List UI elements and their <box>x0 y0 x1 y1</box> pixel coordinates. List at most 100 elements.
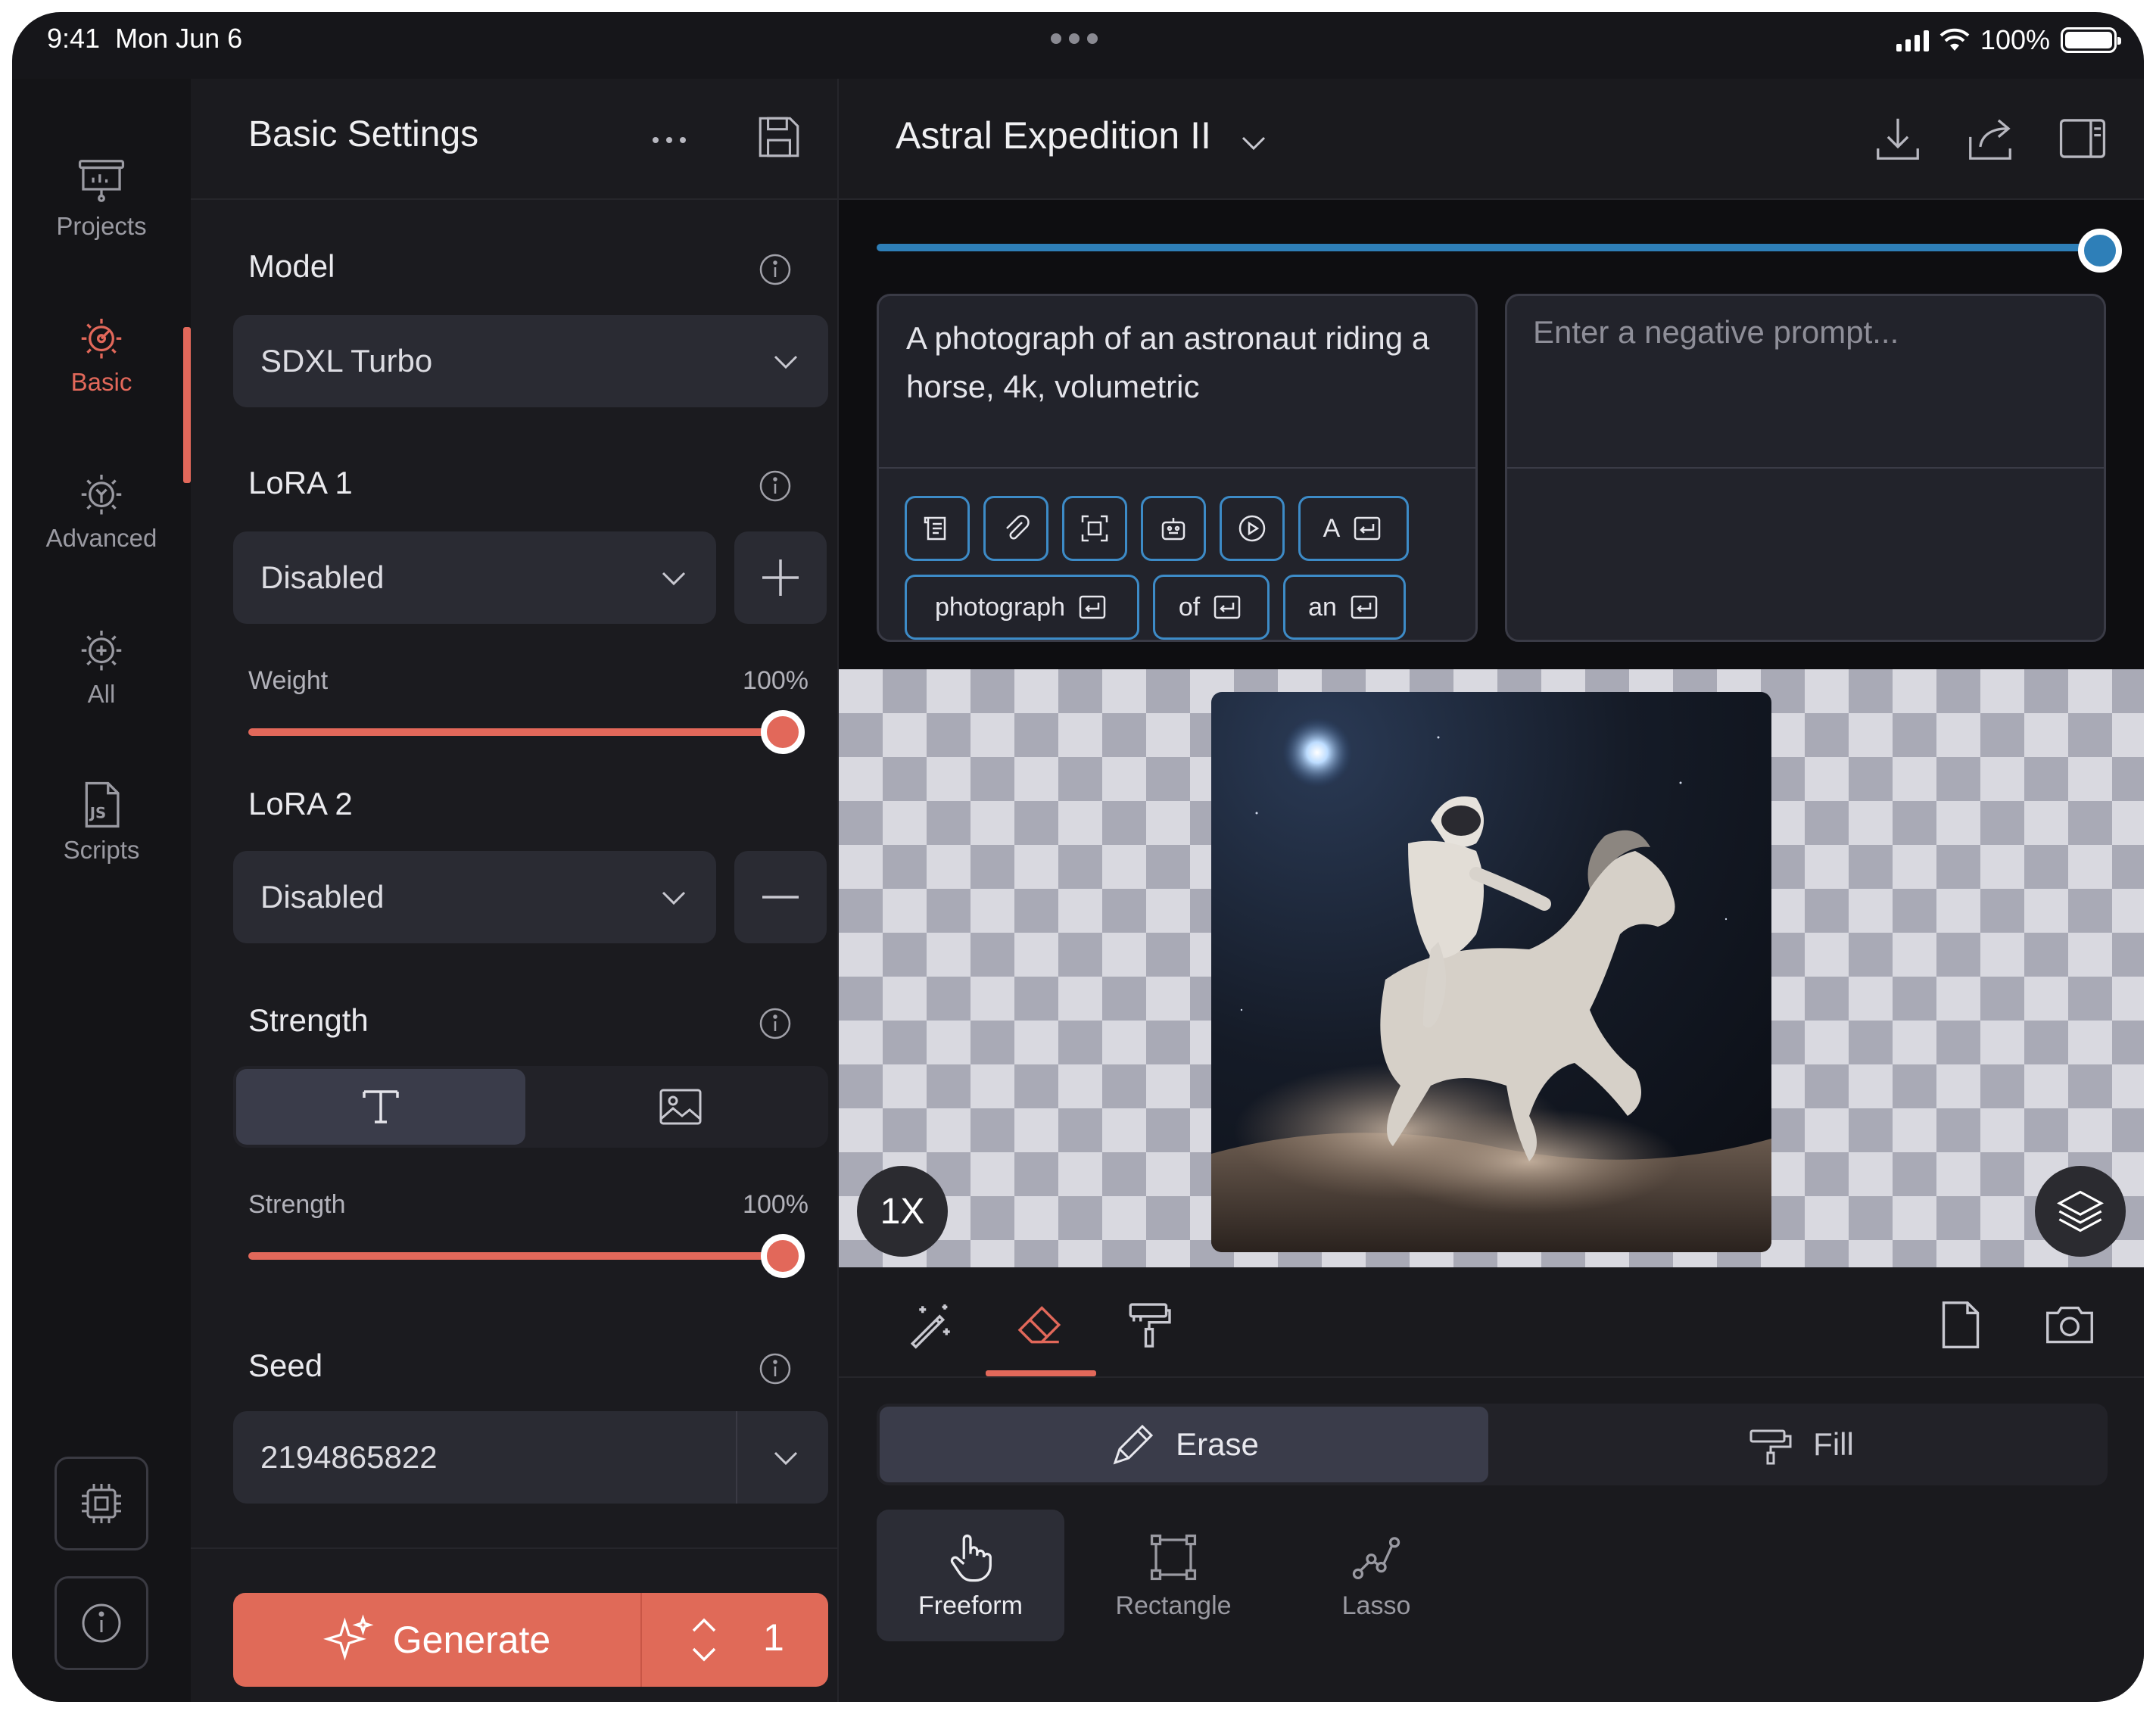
chip-icon <box>82 1484 121 1523</box>
erase-fill-segment: Erase Fill <box>877 1404 2108 1485</box>
seed-divider <box>736 1411 737 1504</box>
plus-icon <box>762 559 799 596</box>
status-indicators: 100% <box>1896 24 2121 56</box>
fill-mode-option[interactable]: Fill <box>1496 1407 2105 1482</box>
strength-mode-segment <box>233 1066 828 1148</box>
image-icon <box>659 1089 702 1125</box>
hardware-button[interactable] <box>55 1457 148 1550</box>
about-button[interactable] <box>55 1576 148 1670</box>
lora1-dropdown[interactable]: Disabled <box>233 531 716 624</box>
lasso-label: Lasso <box>1341 1591 1411 1620</box>
weight-slider-knob[interactable] <box>761 710 805 754</box>
fill-label: Fill <box>1813 1426 1854 1462</box>
attach-tool-button[interactable] <box>983 496 1048 561</box>
settings-header: Basic Settings <box>191 79 837 200</box>
lora1-info-icon[interactable] <box>757 468 793 504</box>
text-mode-option[interactable] <box>236 1069 525 1145</box>
rectangle-button[interactable]: Rectangle <box>1080 1510 1267 1641</box>
focus-tool-button[interactable] <box>1062 496 1127 561</box>
token-chip-photograph[interactable]: photograph <box>905 575 1139 640</box>
prompt-box[interactable]: A photograph of an astronaut riding a ho… <box>877 294 1478 642</box>
freeform-label: Freeform <box>918 1591 1023 1620</box>
return-key-icon <box>1354 516 1381 541</box>
token-text: photograph <box>934 592 1066 622</box>
seed-info-icon[interactable] <box>757 1351 793 1387</box>
model-label: Model <box>248 248 335 284</box>
rail-item-scripts[interactable]: JS Scripts <box>12 757 191 886</box>
steps-slider-knob[interactable] <box>2078 229 2122 273</box>
weight-slider-track[interactable] <box>248 728 783 736</box>
negative-prompt-box[interactable]: Enter a negative prompt... <box>1505 294 2106 642</box>
camera-icon[interactable] <box>2042 1298 2097 1352</box>
paint-roller-icon[interactable] <box>1122 1298 1176 1352</box>
lasso-icon <box>1352 1536 1400 1579</box>
sidebar-toggle-icon[interactable] <box>2056 112 2109 165</box>
lora2-dropdown[interactable]: Disabled <box>233 851 716 943</box>
svg-text:JS: JS <box>89 805 107 822</box>
robot-tool-button[interactable] <box>1141 496 1206 561</box>
image-mode-option[interactable] <box>536 1069 825 1145</box>
token-chip-of[interactable]: of <box>1153 575 1270 640</box>
layers-icon <box>2057 1190 2104 1233</box>
chevron-down-icon[interactable] <box>771 1445 801 1469</box>
layers-button[interactable] <box>2035 1166 2126 1257</box>
prompt-text[interactable]: A photograph of an astronaut riding a ho… <box>906 314 1459 411</box>
multitasking-dots[interactable] <box>1051 33 1098 44</box>
minus-icon <box>762 896 799 899</box>
eraser-icon[interactable] <box>1013 1298 1067 1352</box>
generate-button[interactable]: Generate <box>233 1593 640 1687</box>
focus-icon <box>1081 515 1108 542</box>
erase-mode-option[interactable]: Erase <box>880 1407 1488 1482</box>
seed-field[interactable]: 2194865822 <box>233 1411 828 1504</box>
weight-label: Weight <box>248 666 329 695</box>
lora1-value: Disabled <box>260 559 385 595</box>
rail-item-projects[interactable]: Projects <box>12 133 191 262</box>
seed-value: 2194865822 <box>260 1439 438 1475</box>
image-canvas[interactable]: 1X <box>839 669 2144 1267</box>
steps-slider-track[interactable] <box>877 244 2088 251</box>
count-stepper-icon[interactable] <box>687 1610 721 1670</box>
zoom-level-badge[interactable]: 1X <box>857 1166 948 1257</box>
sparkle-icon <box>322 1614 374 1661</box>
rail-item-basic[interactable]: Basic <box>12 289 191 418</box>
model-dropdown[interactable]: SDXL Turbo <box>233 315 828 407</box>
robot-icon <box>1161 518 1185 541</box>
negative-prompt-placeholder[interactable]: Enter a negative prompt... <box>1533 314 1899 351</box>
wifi-icon <box>1939 28 1970 51</box>
weight-value: 100% <box>743 666 808 695</box>
chevron-down-icon[interactable] <box>1238 132 1269 154</box>
save-icon[interactable] <box>754 112 804 162</box>
section-rail: Projects Basic Advanced All JS Scripts <box>12 79 191 1702</box>
share-icon[interactable] <box>1964 112 2017 165</box>
token-text: of <box>1178 592 1201 622</box>
js-file-icon: JS <box>85 781 120 828</box>
return-key-icon <box>1079 595 1106 619</box>
download-icon[interactable] <box>1871 112 1924 165</box>
more-options-icon[interactable] <box>653 121 698 159</box>
paint-roller-icon <box>1749 1429 1792 1465</box>
strength-info-icon[interactable] <box>757 1005 793 1042</box>
model-info-icon[interactable] <box>757 251 793 288</box>
pointing-hand-icon <box>950 1534 992 1582</box>
token-chip-an[interactable]: an <box>1283 575 1406 640</box>
strength-slider-value: 100% <box>743 1190 808 1219</box>
magic-wand-icon[interactable] <box>904 1298 958 1352</box>
token-chip-a[interactable]: A <box>1298 496 1409 561</box>
battery-icon <box>2061 27 2121 53</box>
paperclip-icon <box>1006 515 1030 540</box>
lasso-button[interactable]: Lasso <box>1282 1510 1470 1641</box>
remove-lora-button[interactable] <box>734 851 827 943</box>
project-title[interactable]: Astral Expedition II <box>896 114 1211 157</box>
generated-image <box>1211 692 1771 1252</box>
advanced-dial-icon <box>81 474 122 515</box>
strength-slider-track[interactable] <box>248 1252 783 1260</box>
document-icon[interactable] <box>1933 1298 1988 1352</box>
rail-item-advanced[interactable]: Advanced <box>12 445 191 574</box>
add-lora-button[interactable] <box>734 531 827 624</box>
rail-item-all[interactable]: All <box>12 601 191 730</box>
strength-slider-knob[interactable] <box>761 1234 805 1278</box>
script-tool-button[interactable] <box>905 496 970 561</box>
negative-prompt-divider <box>1507 467 2104 469</box>
freeform-button[interactable]: Freeform <box>877 1510 1064 1641</box>
play-tool-button[interactable] <box>1220 496 1285 561</box>
